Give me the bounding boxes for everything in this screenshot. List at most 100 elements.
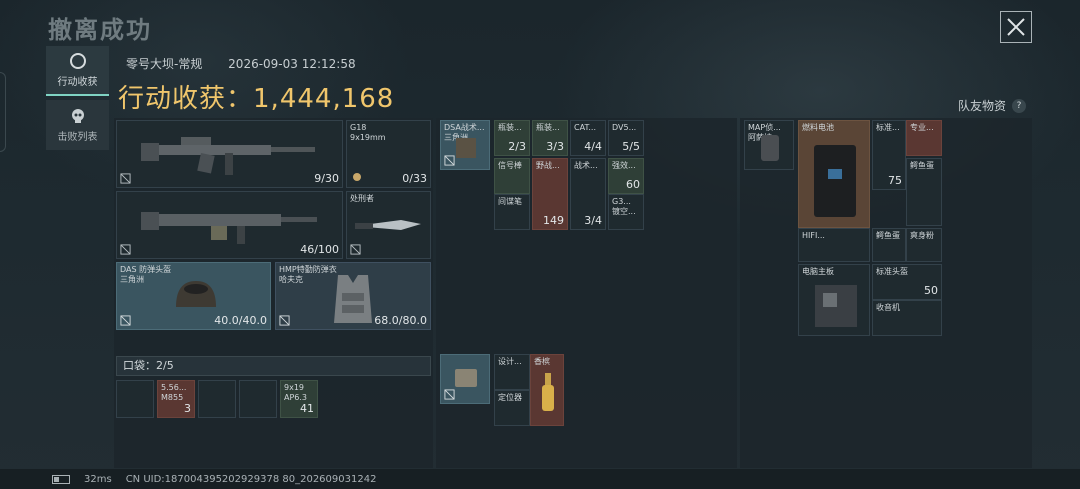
item-name: DV5... xyxy=(612,123,637,132)
rig-item[interactable]: CAT... 4/4 xyxy=(570,120,606,156)
case-icon xyxy=(455,369,477,387)
loot-total: 行动收获：1,444,168 xyxy=(118,78,394,115)
helmet-slot[interactable]: DAS 防弹头盔 三角洲 40.0/40.0 xyxy=(116,262,271,330)
item-name: 设计... xyxy=(498,357,522,366)
item-name: HIFI... xyxy=(802,231,825,240)
ammo-icon xyxy=(353,173,361,181)
backpack-item[interactable]: 燃料电池 xyxy=(798,120,870,228)
rig-item[interactable]: G3... 镀空... xyxy=(608,194,644,230)
backpack-item[interactable]: HIFI... xyxy=(798,228,870,262)
machinegun-icon xyxy=(141,212,317,244)
ping: 32ms xyxy=(84,473,112,485)
item-name: 间谍笔 xyxy=(498,197,522,206)
champagne-icon xyxy=(542,373,554,411)
backpack-item[interactable]: 专业... xyxy=(906,120,942,156)
item-name: 信号棒 xyxy=(498,161,522,170)
armor-name: HMP特勤防弹衣 哈夫克 xyxy=(279,265,337,284)
no-insure-icon xyxy=(120,244,131,255)
teammate-items-button[interactable]: 队友物资 ? xyxy=(958,97,1027,114)
close-icon xyxy=(1007,18,1025,36)
rifle-icon xyxy=(141,137,315,175)
melee-name: 处刑者 xyxy=(350,194,374,203)
rig-item[interactable]: 野战... 149 xyxy=(532,158,568,230)
no-insure-icon xyxy=(444,389,455,400)
secure-item[interactable]: 香槟 xyxy=(530,354,564,426)
backpack-item[interactable]: 标准... 75 xyxy=(872,120,906,190)
rig-item[interactable]: DV5... 5/5 xyxy=(608,120,644,156)
pocket-slot[interactable] xyxy=(198,380,236,418)
item-name: 标准头盔 xyxy=(876,267,908,276)
item-name: 战术... xyxy=(574,161,598,170)
item-count: 149 xyxy=(543,214,564,227)
secondary-ammo: 46/100 xyxy=(300,243,339,256)
item-name: 瓶装... xyxy=(536,123,560,132)
item-count: 3/4 xyxy=(584,214,602,227)
rig-item[interactable]: 间谍笔 xyxy=(494,194,530,230)
raid-datetime: 2026-09-03 12:12:58 xyxy=(228,57,356,71)
item-name: 爽身粉 xyxy=(910,231,934,240)
pocket-label: 口袋： xyxy=(123,359,156,372)
item-count: 2/3 xyxy=(508,140,526,153)
pocket-slot[interactable]: 9x19 AP6.3 41 xyxy=(280,380,318,418)
item-count: 50 xyxy=(924,284,938,297)
tab-kills[interactable]: 击败列表 xyxy=(46,100,109,150)
pocket-slot[interactable]: 5.56... M855 3 xyxy=(157,380,195,418)
sidearm-name: G18 9x19mm xyxy=(350,123,386,142)
pocket-slot[interactable] xyxy=(239,380,277,418)
pocket-header: 口袋：2/5 xyxy=(116,356,431,376)
no-insure-icon xyxy=(120,315,131,326)
item-name: 收音机 xyxy=(876,303,900,312)
secure-item[interactable]: 设计... xyxy=(494,354,530,390)
vest-icon xyxy=(334,275,372,323)
backpack-item[interactable]: 鳄鱼蛋 xyxy=(906,158,942,226)
rig-item[interactable]: 战术... 3/4 xyxy=(570,158,606,230)
rig-item[interactable]: 信号棒 xyxy=(494,158,530,194)
status-bar: 32ms CN UID:187004395202929378 80_202609… xyxy=(0,469,1080,489)
rig-item[interactable]: 瓶装... 3/3 xyxy=(532,120,568,156)
item-name: 鳄鱼蛋 xyxy=(876,231,900,240)
rig-item[interactable]: 瓶装... 2/3 xyxy=(494,120,530,156)
pocket-capacity: 5 xyxy=(166,359,174,372)
help-icon[interactable]: ? xyxy=(1012,98,1027,113)
tab-loot[interactable]: 行动收获 xyxy=(46,46,109,96)
knife-icon xyxy=(355,220,421,230)
pocket-slot[interactable] xyxy=(116,380,154,418)
rig-item[interactable]: 强效... 60 xyxy=(608,158,644,194)
no-insure-icon xyxy=(444,155,455,166)
armor-slot[interactable]: HMP特勤防弹衣 哈夫克 68.0/80.0 xyxy=(275,262,431,330)
item-count: 4/4 xyxy=(584,140,602,153)
backpack-item[interactable]: 鳄鱼蛋 xyxy=(872,228,906,262)
secure-item[interactable]: 定位器 xyxy=(494,390,530,426)
backpack-item[interactable]: 电脑主板 xyxy=(798,264,870,336)
item-count: 3/3 xyxy=(546,140,564,153)
skull-icon xyxy=(71,108,84,123)
backpack-slot[interactable]: MAP侦... 阿萨拉 xyxy=(744,120,794,170)
item-name: 强效... xyxy=(612,161,636,170)
secondary-weapon-slot[interactable]: 46/100 xyxy=(116,191,343,259)
sidearm-slot[interactable]: G18 9x19mm 0/33 xyxy=(346,120,431,188)
primary-ammo: 9/30 xyxy=(314,172,339,185)
backpack-item[interactable]: 标准头盔 50 xyxy=(872,264,942,300)
no-insure-icon xyxy=(279,315,290,326)
pocket-item-count: 3 xyxy=(184,402,191,415)
rig-slot[interactable]: DSA战术... 三角洲 xyxy=(440,120,490,170)
tab-kills-label: 击败列表 xyxy=(57,131,98,143)
left-rail[interactable] xyxy=(0,72,6,152)
melee-slot[interactable]: 处刑者 xyxy=(346,191,431,259)
close-button[interactable] xyxy=(1000,11,1032,43)
battery-icon xyxy=(52,474,70,484)
pocket-item-name: 9x19 AP6.3 xyxy=(284,383,308,402)
backpack-item[interactable]: 收音机 xyxy=(872,300,942,336)
raid-info: 零号大坝-常规 2026-09-03 12:12:58 xyxy=(126,55,378,72)
backpack-item[interactable]: 爽身粉 xyxy=(906,228,942,262)
loot-label: 行动收获： xyxy=(118,84,254,114)
target-icon xyxy=(69,52,86,69)
pocket-item-name: 5.56... M855 xyxy=(161,383,187,402)
item-name: 专业... xyxy=(910,123,934,132)
teammate-label: 队友物资 xyxy=(958,99,1007,113)
item-name: 燃料电池 xyxy=(802,123,834,132)
secure-case-slot[interactable] xyxy=(440,354,490,404)
primary-weapon-slot[interactable]: 9/30 xyxy=(116,120,343,188)
item-count: 75 xyxy=(888,174,902,187)
item-name: G3... 镀空... xyxy=(612,197,636,216)
